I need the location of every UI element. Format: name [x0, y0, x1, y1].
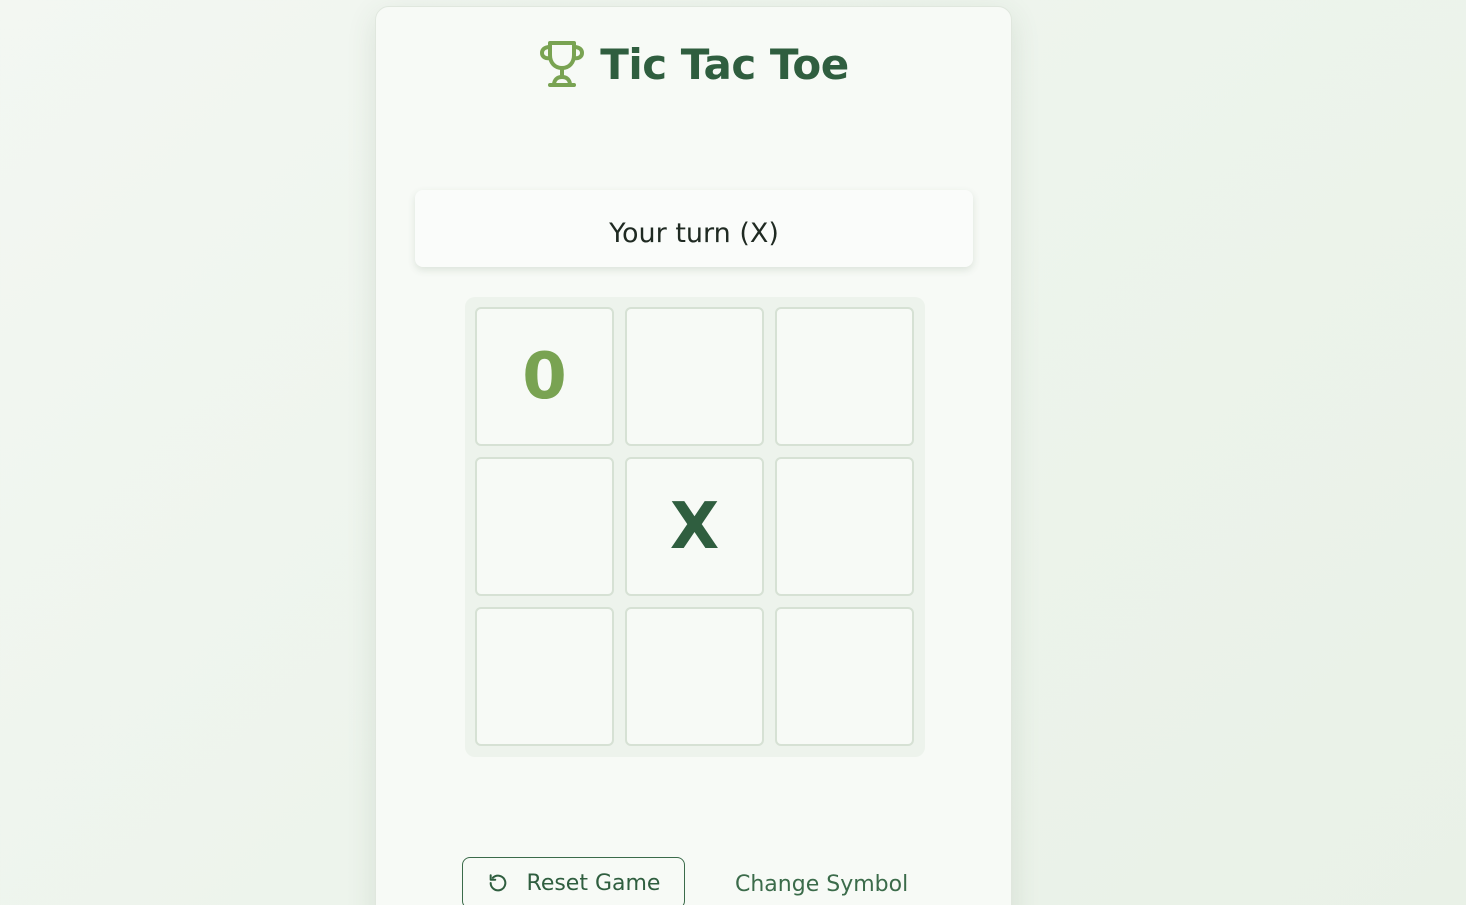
board-cell-5[interactable]: X	[625, 457, 764, 596]
board-cell-6[interactable]	[775, 457, 914, 596]
page-title: Tic Tac Toe	[600, 39, 849, 89]
board-cell-3[interactable]	[775, 307, 914, 446]
board-cell-1[interactable]: 0	[475, 307, 614, 446]
board-cell-4[interactable]	[475, 457, 614, 596]
status-banner: Your turn (X)	[415, 190, 973, 267]
board-cell-2[interactable]	[625, 307, 764, 446]
game-board: 0 X	[465, 297, 925, 757]
title-row: Tic Tac Toe	[376, 39, 1011, 89]
rotate-ccw-icon	[487, 872, 509, 894]
board-cell-7[interactable]	[475, 607, 614, 746]
status-text: Your turn (X)	[609, 218, 779, 249]
change-symbol-button[interactable]: Change Symbol	[735, 870, 908, 897]
controls-row: Reset Game Change Symbol	[462, 857, 908, 905]
board-cell-9[interactable]	[775, 607, 914, 746]
reset-game-label: Reset Game	[526, 870, 661, 896]
reset-game-button[interactable]: Reset Game	[462, 857, 685, 905]
game-card: Tic Tac Toe Your turn (X) 0 X Reset Game	[375, 6, 1012, 905]
board-cell-8[interactable]	[625, 607, 764, 746]
trophy-icon	[538, 39, 586, 89]
